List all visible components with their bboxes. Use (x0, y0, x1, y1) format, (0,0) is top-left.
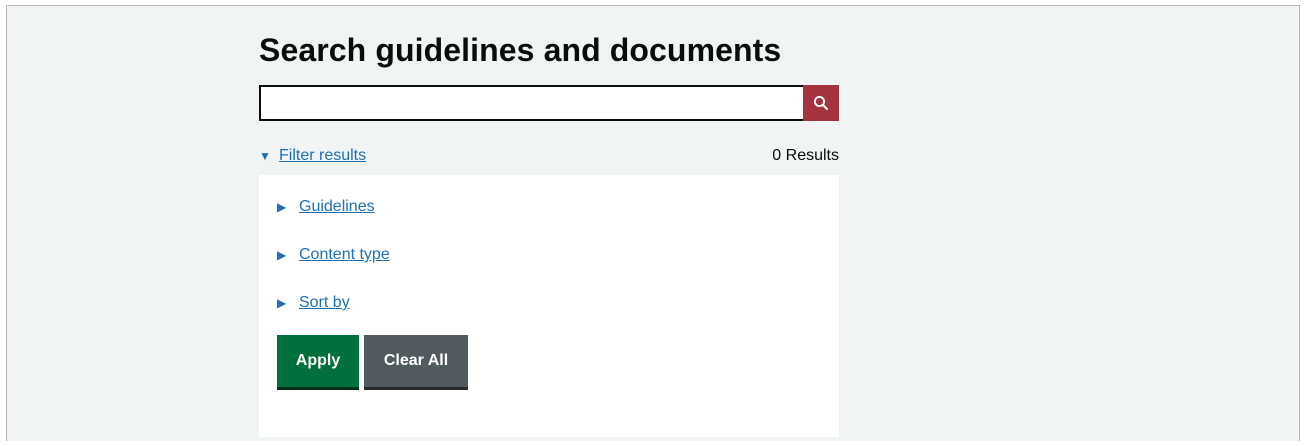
page-title: Search guidelines and documents (259, 32, 782, 68)
triangle-right-icon: ▶ (277, 296, 287, 310)
triangle-down-icon: ▼ (259, 149, 271, 163)
filter-results-link[interactable]: Filter results (279, 147, 366, 165)
filter-section-content-type[interactable]: ▶ Content type (277, 246, 390, 264)
search-bar (259, 85, 839, 121)
results-count: 0 Results (772, 147, 839, 164)
triangle-right-icon: ▶ (277, 200, 287, 214)
filter-section-label[interactable]: Sort by (299, 294, 350, 312)
search-input[interactable] (259, 85, 803, 121)
search-button[interactable] (803, 85, 839, 121)
filter-results-toggle[interactable]: ▼ Filter results (259, 147, 366, 165)
filter-header: ▼ Filter results 0 Results (259, 145, 839, 167)
filter-section-label[interactable]: Content type (299, 246, 390, 264)
filter-section-label[interactable]: Guidelines (299, 198, 375, 216)
triangle-right-icon: ▶ (277, 248, 287, 262)
search-icon (813, 95, 828, 110)
filter-section-sort-by[interactable]: ▶ Sort by (277, 294, 350, 312)
clear-all-button[interactable]: Clear All (364, 335, 468, 387)
filter-section-guidelines[interactable]: ▶ Guidelines (277, 198, 375, 216)
page-frame: Search guidelines and documents ▼ Filter… (6, 5, 1300, 441)
filter-panel: ▶ Guidelines ▶ Content type ▶ Sort by Ap… (259, 175, 839, 437)
apply-button[interactable]: Apply (277, 335, 359, 387)
